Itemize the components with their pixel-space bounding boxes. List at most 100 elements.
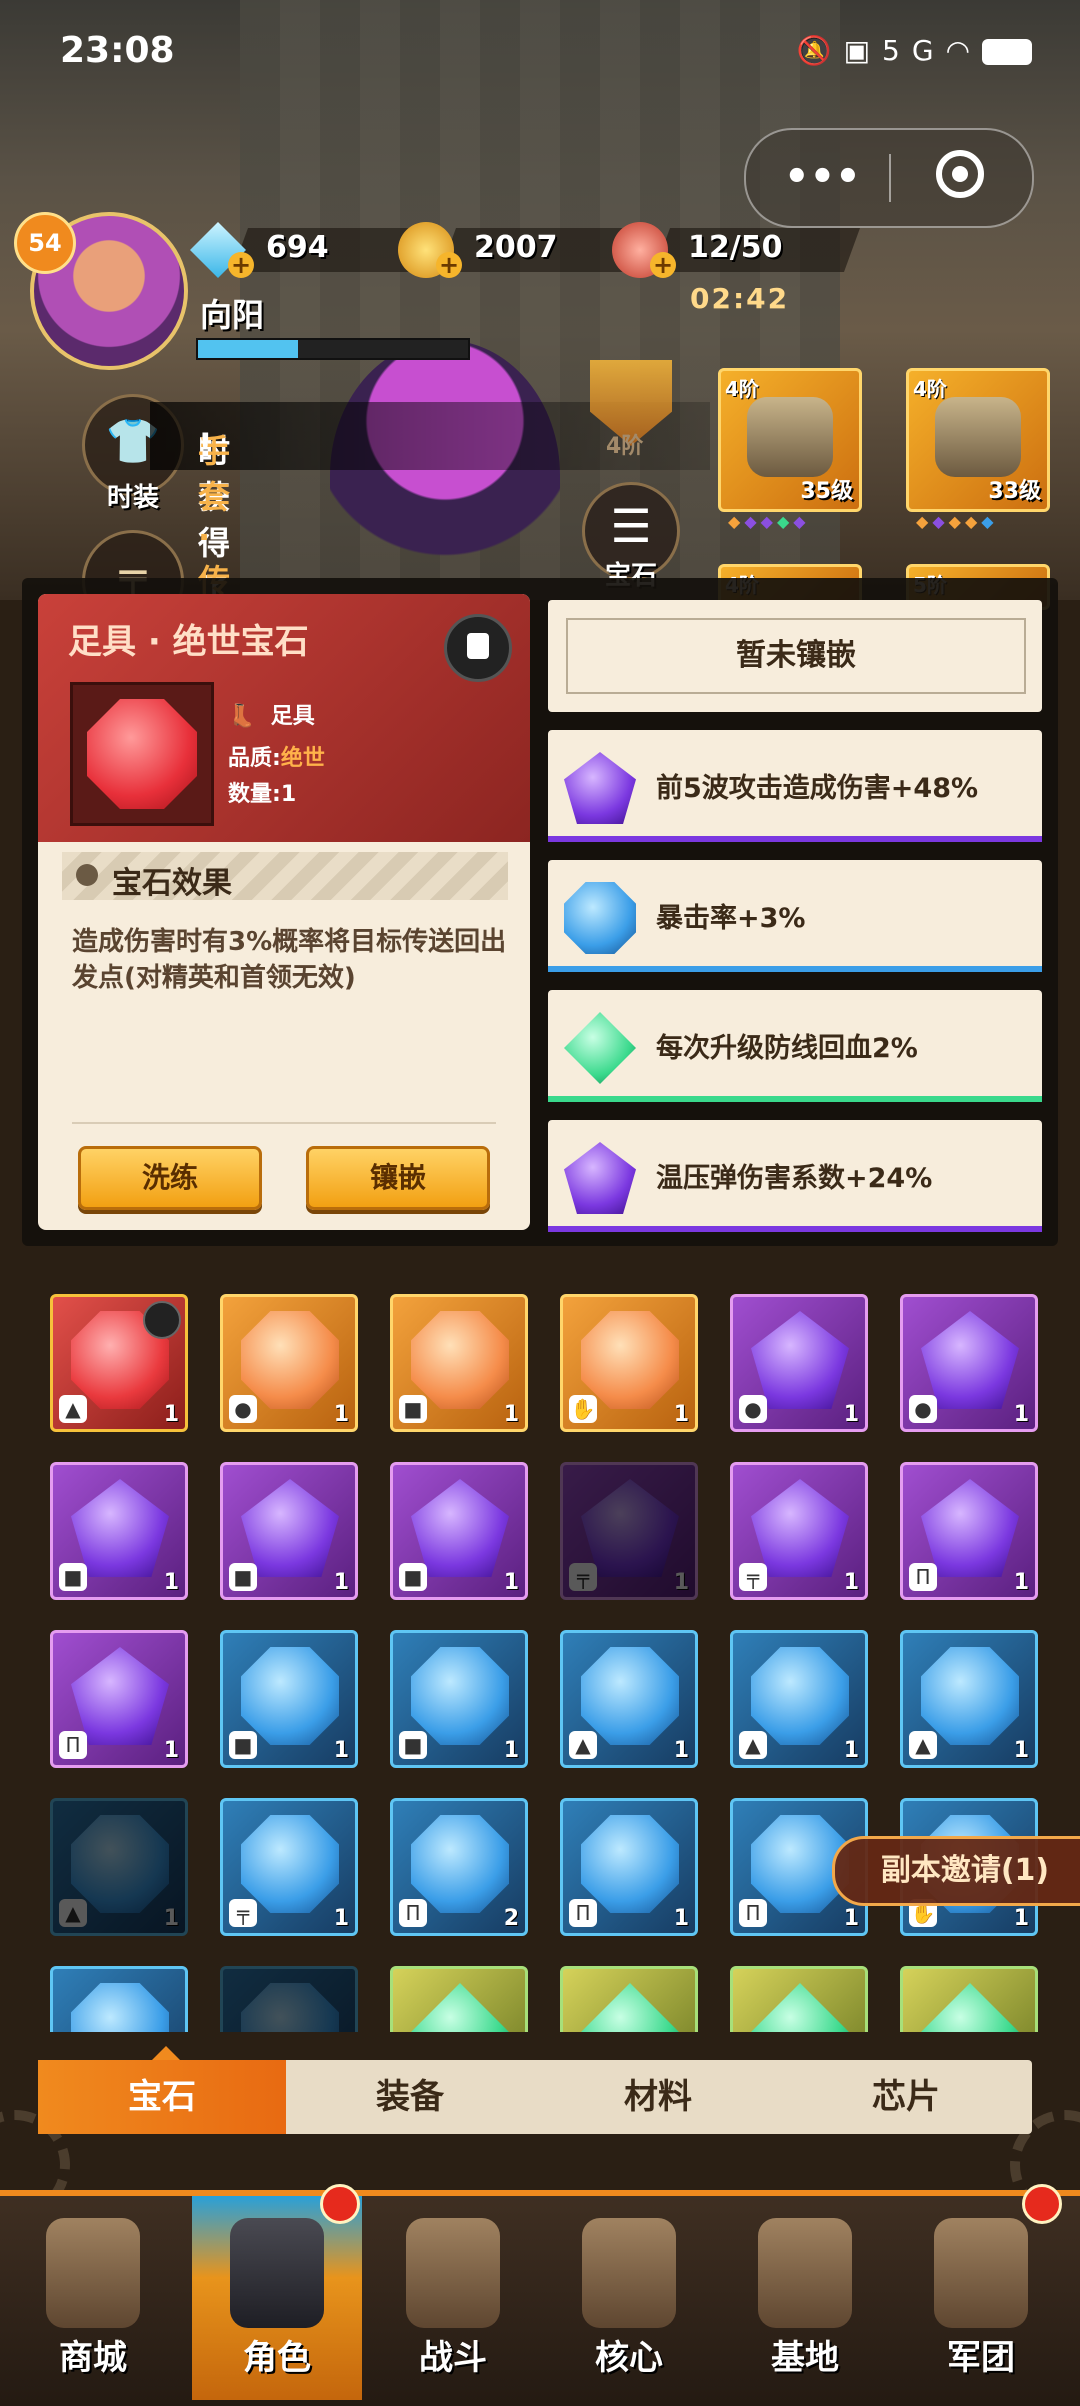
add-diamond-icon[interactable]: +	[228, 252, 254, 278]
close-target-icon[interactable]	[936, 150, 984, 198]
inventory-gem[interactable]: Π2	[390, 1798, 528, 1936]
status-bar: 23:08 🔕▣5G◠	[0, 0, 1080, 110]
dungeon-invite-button[interactable]: 副本邀请(1)	[832, 1836, 1080, 1906]
inventory-gem[interactable]	[390, 1966, 528, 2032]
orange-gem-icon	[241, 1311, 339, 1409]
inventory-gem[interactable]	[900, 1966, 1038, 2032]
inventory-gem[interactable]: ■ 1	[220, 1462, 358, 1600]
inventory-gem[interactable]: ▲ 1	[900, 1630, 1038, 1768]
gem-preview	[70, 682, 214, 826]
nav-label: 战斗	[419, 2338, 487, 2378]
stamina-timer: 02:42	[690, 282, 790, 315]
nav-label: 核心	[595, 2338, 663, 2378]
inlay-button[interactable]: 镶嵌	[306, 1146, 490, 1210]
blue-gem-icon	[581, 1647, 679, 1745]
inventory-gem-disabled[interactable]: ▲ 1	[50, 1798, 188, 1936]
inventory-gem[interactable]: ■ 1	[390, 1462, 528, 1600]
inventory-gem[interactable]: ■ 1	[220, 1630, 358, 1768]
gem-quality-row: 品质:绝世	[228, 740, 325, 772]
inventory-gem[interactable]: ✋ 1	[560, 1294, 698, 1432]
gem-title: 足具 · 绝世宝石	[68, 622, 309, 662]
orange-gem-icon	[411, 1311, 509, 1409]
diamond-count: 694	[266, 230, 329, 265]
inventory-gem[interactable]: ╤ 1	[730, 1462, 868, 1600]
blue-gem-icon	[71, 1815, 169, 1913]
add-stamina-icon[interactable]: +	[650, 252, 676, 278]
gem-count: 1	[843, 1906, 859, 1931]
inventory-gem[interactable]	[560, 1966, 698, 2032]
lock-icon	[143, 1301, 181, 1339]
nav-label: 基地	[771, 2338, 839, 2378]
attribute-label: 前5波攻击造成伤害+48%	[656, 773, 979, 804]
nav-label: 商城	[59, 2338, 127, 2378]
tab-gems[interactable]: 宝石	[38, 2060, 286, 2134]
tab-equipment[interactable]: 装备	[286, 2060, 534, 2134]
xp-fill	[198, 340, 298, 358]
green-gem-icon	[564, 1012, 636, 1084]
blue-gem-icon	[751, 1647, 849, 1745]
core-icon	[582, 2218, 676, 2328]
nav-shop[interactable]: 商城	[8, 2196, 178, 2400]
tab-materials[interactable]: 材料	[534, 2060, 782, 2134]
equipment-gloves-card[interactable]: 4阶 33级	[906, 368, 1050, 512]
lock-icon[interactable]	[444, 614, 512, 682]
armor-icon: ■	[229, 1563, 257, 1591]
nav-legion[interactable]: 军团	[896, 2196, 1066, 2400]
gloves-icon	[935, 397, 1021, 477]
nav-battle[interactable]: 战斗	[368, 2196, 538, 2400]
inventory-gem[interactable]	[50, 1966, 188, 2032]
list-icon: ☰	[610, 499, 652, 553]
crossed-guns-icon	[406, 2218, 500, 2328]
inventory-gem[interactable]: Π1	[560, 1798, 698, 1936]
miniprogram-capsule: •••	[744, 128, 1034, 228]
blue-gem-icon	[581, 1815, 679, 1913]
attribute-edge	[548, 836, 1042, 842]
empty-socket[interactable]: 暂未镶嵌	[548, 600, 1042, 712]
inventory-gem[interactable]: ▲ 1	[730, 1630, 868, 1768]
inventory-gem[interactable]: ■ 1	[50, 1462, 188, 1600]
armor-icon: ■	[229, 1731, 257, 1759]
inventory-gem-disabled[interactable]	[220, 1966, 358, 2032]
attribute-edge	[548, 1096, 1042, 1102]
nav-character[interactable]: 角色	[192, 2196, 362, 2400]
armor-icon: ■	[399, 1563, 427, 1591]
equipment-tier: 4阶	[913, 377, 947, 401]
gem-count: 1	[333, 1906, 349, 1931]
costume-label: 时装	[106, 483, 159, 513]
inventory-gem[interactable]: ▲ 1	[560, 1630, 698, 1768]
divider	[72, 1122, 496, 1124]
inventory-gem[interactable]	[730, 1966, 868, 2032]
inventory-gem[interactable]: ● 1	[730, 1294, 868, 1432]
weapon-icon: ╤	[229, 1899, 257, 1927]
tab-indicator	[152, 2046, 180, 2060]
refine-button[interactable]: 洗练	[78, 1146, 262, 1210]
gem-socket-dots: ◆◆◆◆◆	[728, 512, 810, 531]
equipment-helmet-card[interactable]: 4阶 35级	[718, 368, 862, 512]
add-coin-icon[interactable]: +	[436, 252, 462, 278]
purple-gem-icon	[71, 1647, 169, 1745]
pants-icon: Π	[739, 1899, 767, 1927]
more-icon[interactable]: •••	[784, 154, 861, 200]
gem-count: 2	[503, 1906, 519, 1931]
helmet-icon: ●	[739, 1395, 767, 1423]
gem-count: 1	[843, 1402, 859, 1427]
inventory-gem-disabled[interactable]: ╤ 1	[560, 1462, 698, 1600]
inventory-gem-selected[interactable]: ▲ 1	[50, 1294, 188, 1432]
inventory-gem[interactable]: ● 1	[220, 1294, 358, 1432]
inventory-gem[interactable]: ● 1	[900, 1294, 1038, 1432]
inventory-gem[interactable]: Π1	[50, 1630, 188, 1768]
inventory-gem[interactable]: ■ 1	[390, 1294, 528, 1432]
gem-count: 1	[673, 1738, 689, 1763]
gem-quantity: 1	[280, 782, 297, 807]
green-gem-icon	[751, 1983, 849, 2032]
nav-core[interactable]: 核心	[544, 2196, 714, 2400]
inventory-gem[interactable]: ╤ 1	[220, 1798, 358, 1936]
gem-detail-header: 足具 · 绝世宝石 👢 足具 品质:绝世 数量:1	[38, 594, 530, 842]
banner-suffix: !	[198, 426, 213, 464]
inventory-gem[interactable]: Π1	[900, 1462, 1038, 1600]
gem-count: 1	[673, 1906, 689, 1931]
nav-base[interactable]: 基地	[720, 2196, 890, 2400]
tab-chips[interactable]: 芯片	[782, 2060, 1030, 2134]
inventory-gem[interactable]: ■ 1	[390, 1630, 528, 1768]
gem-button[interactable]: ☰ 宝石	[582, 482, 680, 591]
